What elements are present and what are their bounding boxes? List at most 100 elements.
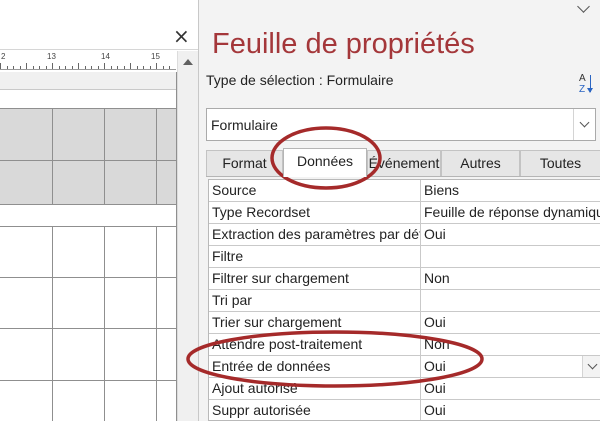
grid-line [0,328,176,329]
property-row-extraction-parametres[interactable]: Extraction des paramètres par défaut Oui [209,224,600,246]
property-value[interactable]: Oui [421,378,600,399]
form-design-pane: × 2 13 14 15 [0,0,198,421]
ruler-label: 15 [151,52,160,61]
close-icon[interactable]: × [173,24,190,48]
form-header-band [0,72,176,90]
tab-autres[interactable]: Autres [441,150,520,176]
ruler-tick [163,66,164,69]
property-value[interactable]: Oui [421,312,600,333]
ruler-tick [91,66,92,69]
ruler-label: 2 [1,52,6,61]
sort-icon-a: A [579,73,586,84]
ruler-label: 13 [47,52,56,61]
ruler-tick [111,66,112,69]
object-selector-button[interactable] [573,109,595,140]
ruler-tick [59,66,60,69]
property-row-tri-par[interactable]: Tri par [209,290,600,312]
property-name: Filtrer sur chargement [209,268,421,289]
property-value[interactable]: Feuille de réponse dynamique [421,202,600,223]
grid-line [156,226,157,421]
ruler-tick [0,63,1,69]
vertical-scrollbar[interactable] [177,51,198,421]
ruler-tick [26,63,27,69]
grid-line [0,277,176,278]
property-value[interactable]: Non [421,334,600,355]
sort-arrow-head [587,88,593,93]
property-row-attendre-post-traitement[interactable]: Attendre post-traitement Non [209,334,600,356]
grid-line [156,108,157,204]
ruler-tick [7,66,8,69]
property-name: Entrée de données [209,356,421,377]
ruler-tick [46,66,47,69]
ruler-tick [137,66,138,69]
ruler-tick [117,66,118,69]
ruler-tick [65,66,66,69]
ruler-tick [85,66,86,69]
property-row-type-recordset[interactable]: Type Recordset Feuille de réponse dynami… [209,202,600,224]
scroll-up-arrow-icon[interactable] [183,59,193,65]
grid-line [104,108,105,204]
grid-line [104,226,105,421]
property-value[interactable]: Non [421,268,600,289]
property-row-suppr-autorisee[interactable]: Suppr autorisée Oui [209,400,600,420]
property-name: Type Recordset [209,202,421,223]
property-value-dropdown-button[interactable] [582,356,600,377]
ruler-label: 14 [101,52,110,61]
property-name: Trier sur chargement [209,312,421,333]
property-value[interactable]: Oui [421,400,600,420]
chevron-down-icon[interactable] [577,0,590,13]
property-value[interactable]: Oui [421,356,600,377]
property-name: Tri par [209,290,421,311]
ruler-tick [143,66,144,69]
tab-toutes[interactable]: Toutes [520,150,600,176]
sort-az-icon[interactable]: A Z [579,74,597,96]
grid-line [0,204,176,205]
property-name: Ajout autorisé [209,378,421,399]
selection-type-label: Type de sélection : Formulaire [206,72,394,88]
property-name: Filtre [209,246,421,267]
property-tabs: Format Données Événement Autres Toutes [206,148,600,177]
left-top-strip [0,0,198,22]
property-row-ajout-autorise[interactable]: Ajout autorisé Oui [209,378,600,400]
grid-line [0,380,176,381]
property-row-source[interactable]: Source Biens [209,180,600,202]
property-row-filtre[interactable]: Filtre [209,246,600,268]
property-sheet-pane: Feuille de propriétés Type de sélection … [198,0,600,421]
ruler-tick [98,66,99,69]
ruler-tick [156,63,157,69]
ruler-tick [39,66,40,69]
property-row-filtrer-sur-chargement[interactable]: Filtrer sur chargement Non [209,268,600,290]
property-value[interactable]: Biens [421,180,600,201]
ruler-tick [130,63,131,69]
grid-line [0,108,176,109]
ruler-tick [150,66,151,69]
property-value[interactable]: Oui [421,224,600,245]
form-tab-bar: × [0,22,198,50]
property-name: Source [209,180,421,201]
tab-evenement[interactable]: Événement [367,150,441,176]
property-sheet-title: Feuille de propriétés [212,28,475,60]
ruler-tick [104,63,105,69]
tab-donnees[interactable]: Données [283,148,367,177]
ruler-tick [13,66,14,69]
grid-line [0,160,176,161]
property-value[interactable] [421,290,600,311]
ruler-tick [20,66,21,69]
object-selector-value: Formulaire [211,117,278,133]
horizontal-ruler: 2 13 14 15 [0,51,176,70]
property-grid: Source Biens Type Recordset Feuille de r… [208,179,600,421]
tab-format[interactable]: Format [206,150,283,176]
property-row-trier-sur-chargement[interactable]: Trier sur chargement Oui [209,312,600,334]
ruler-tick [78,63,79,69]
chevron-down-icon [587,359,598,370]
property-value[interactable] [421,246,600,267]
form-detail-grid [0,108,176,204]
ruler-tick [52,63,53,69]
object-selector-dropdown[interactable]: Formulaire [206,108,596,141]
sort-icon-z: Z [579,84,586,95]
grid-line [0,226,176,227]
chevron-down-icon [579,117,590,128]
property-sheet-top-strip [199,0,600,22]
property-row-entree-de-donnees[interactable]: Entrée de données Oui [209,356,600,378]
property-name: Attendre post-traitement [209,334,421,355]
